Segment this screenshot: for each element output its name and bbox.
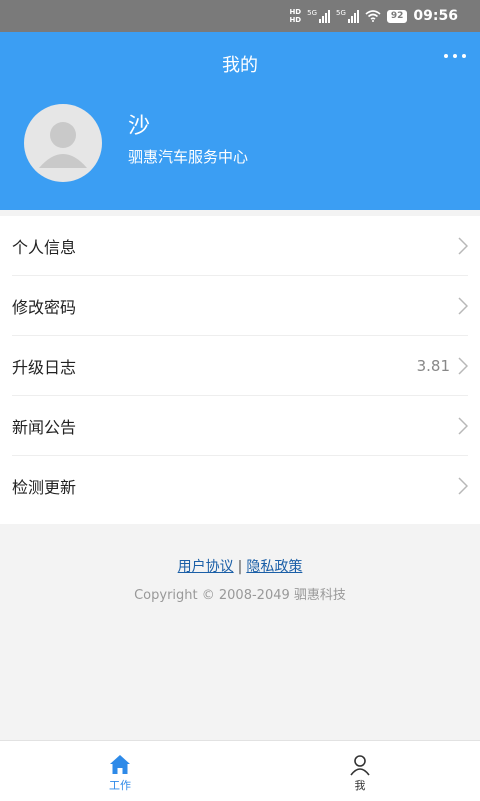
home-icon xyxy=(110,755,130,774)
person-icon xyxy=(350,755,370,776)
status-bar: HD HD 5G 5G 92 09:56 xyxy=(0,0,480,32)
menu-item-check-update[interactable]: 检测更新 xyxy=(12,456,468,516)
copyright-text: Copyright © 2008-2049 驷惠科技 xyxy=(134,588,346,603)
user-name: 沙 xyxy=(128,114,151,139)
battery-icon: 92 xyxy=(386,9,408,23)
tab-label: 工作 xyxy=(109,779,131,792)
avatar[interactable] xyxy=(24,104,102,182)
chevron-right-icon xyxy=(458,416,468,435)
menu-item-label: 修改密码 xyxy=(12,297,77,317)
menu-item-change-password[interactable]: 修改密码 xyxy=(12,276,468,336)
chevron-right-icon xyxy=(458,477,468,495)
more-horizontal-icon[interactable] xyxy=(444,54,466,58)
menu-item-label: 个人信息 xyxy=(12,237,77,257)
organization-name: 驷惠汽车服务中心 xyxy=(128,148,249,166)
signal-icon: 5G xyxy=(336,9,359,23)
tab-work[interactable]: 工作 xyxy=(0,741,240,801)
tab-me[interactable]: 我 xyxy=(240,741,480,801)
hd-indicator: HD HD xyxy=(289,8,302,24)
page-title: 我的 xyxy=(222,55,258,76)
tab-label: 我 xyxy=(354,779,366,792)
menu-item-news[interactable]: 新闻公告 xyxy=(12,396,468,456)
footer-links: 用户协议 | 隐私政策 xyxy=(0,556,480,576)
chevron-right-icon xyxy=(458,356,468,375)
menu-item-upgrade-log[interactable]: 升级日志 3.81 xyxy=(12,336,468,396)
privacy-policy-link[interactable]: 隐私政策 xyxy=(246,559,302,575)
link-separator: | xyxy=(237,559,243,575)
menu-item-label: 升级日志 xyxy=(12,357,77,377)
person-placeholder-icon xyxy=(39,122,87,168)
settings-menu: 个人信息 修改密码 升级日志 3.81 新闻公告 检测更新 xyxy=(0,216,480,524)
menu-item-label: 检测更新 xyxy=(12,478,77,497)
version-value: 3.81 xyxy=(416,356,450,375)
signal-icon: 5G xyxy=(307,9,330,23)
menu-item-personal-info[interactable]: 个人信息 xyxy=(12,216,468,276)
clock: 09:56 xyxy=(413,8,458,24)
bottom-tab-bar: 工作 我 xyxy=(0,740,480,801)
wifi-icon xyxy=(365,10,381,22)
profile-header: 我的 沙 驷惠汽车服务中心 xyxy=(0,32,480,210)
chevron-right-icon xyxy=(458,296,468,315)
menu-item-label: 新闻公告 xyxy=(12,417,77,437)
chevron-right-icon xyxy=(458,236,468,255)
user-agreement-link[interactable]: 用户协议 xyxy=(178,559,234,575)
